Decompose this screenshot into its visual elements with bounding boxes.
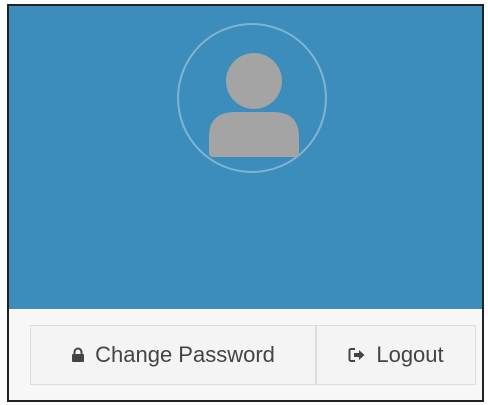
change-password-button[interactable]: Change Password (30, 325, 316, 385)
user-avatar-icon (209, 53, 299, 157)
change-password-label: Change Password (95, 342, 275, 367)
avatar (177, 23, 327, 173)
sign-out-icon (348, 347, 366, 363)
user-footer: Change Password Logout (9, 309, 482, 400)
logout-button[interactable]: Logout (316, 325, 476, 385)
user-dropdown-panel: Change Password Logout (7, 4, 484, 402)
user-header (9, 6, 482, 309)
logout-label: Logout (376, 342, 444, 367)
lock-icon (71, 347, 85, 363)
